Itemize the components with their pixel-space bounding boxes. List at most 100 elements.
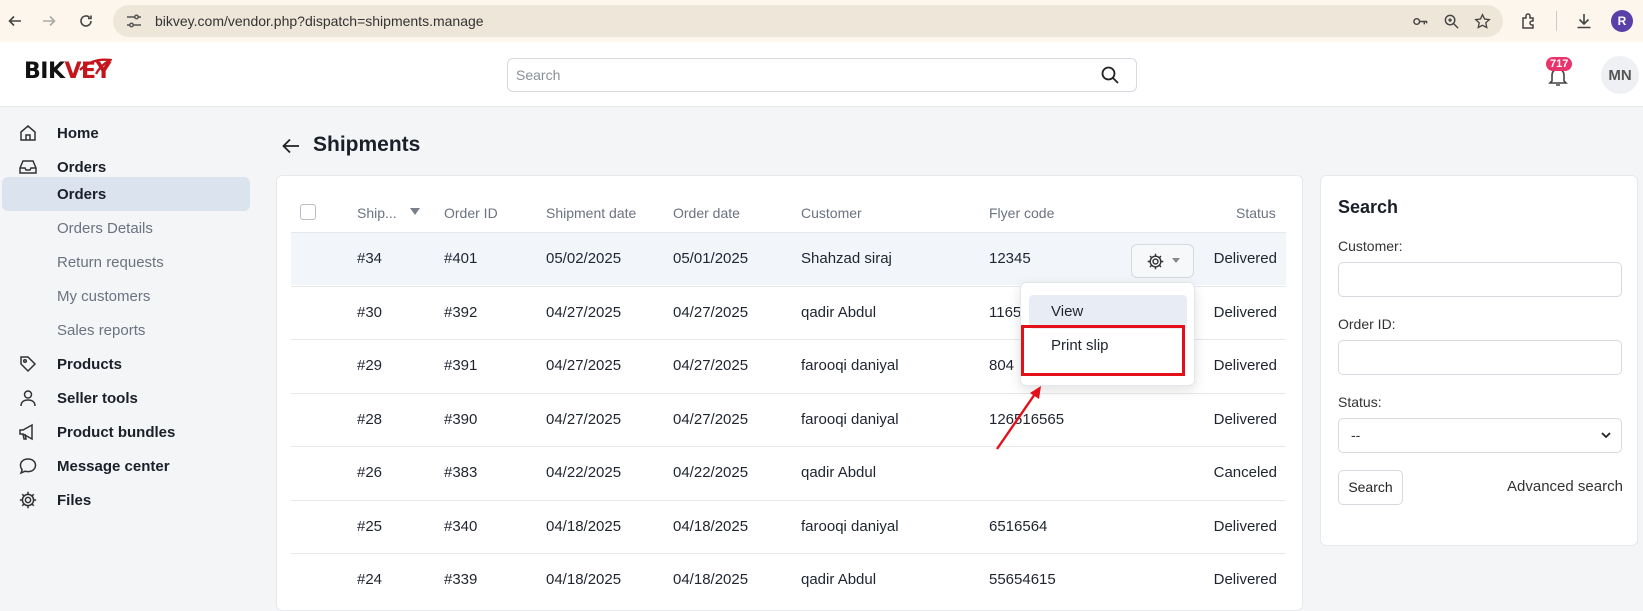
cell-order-id[interactable]: #392: [444, 304, 477, 321]
cell-flyer-code: 12345: [989, 250, 1031, 267]
column-header-shipment[interactable]: Ship...: [357, 205, 397, 221]
notification-badge: 717: [1546, 57, 1573, 71]
advanced-search-link[interactable]: Advanced search: [1507, 478, 1623, 495]
sort-desc-icon[interactable]: [410, 208, 420, 216]
browser-profile-avatar[interactable]: R: [1611, 10, 1633, 32]
sidebar-subitem-my-customers[interactable]: My customers: [0, 279, 248, 313]
cell-shipment-date: 04/27/2025: [546, 303, 622, 321]
column-header-status[interactable]: Status: [1236, 205, 1276, 221]
avatar[interactable]: MN: [1601, 56, 1639, 94]
bookmark-star-icon[interactable]: [1474, 12, 1491, 30]
column-header-order-date[interactable]: Order date: [673, 205, 740, 221]
menu-item-view[interactable]: View: [1029, 295, 1187, 329]
sidebar-subitem-return-requests[interactable]: Return requests: [0, 245, 248, 279]
cell-flyer-code: 804: [989, 357, 1015, 374]
column-header-shipment-date[interactable]: Shipment date: [546, 205, 636, 221]
cell-flyer-code: 55654615: [989, 571, 1056, 588]
sidebar-item-seller-tools[interactable]: Seller tools: [0, 381, 248, 415]
status-select-value: --: [1351, 427, 1361, 443]
column-header-order-id[interactable]: Order ID: [444, 205, 498, 221]
cell-shipment-date: 04/27/2025: [546, 410, 622, 428]
cell-shipment[interactable]: #25: [357, 518, 382, 535]
address-bar[interactable]: bikvey.com/vendor.php?dispatch=shipments…: [113, 5, 1503, 37]
table-row[interactable]: #24 #339 04/18/2025 04/18/2025 qadir Abdul 55…: [291, 553, 1286, 606]
app-header: BIKVEY 717 MN: [0, 42, 1643, 107]
table-row[interactable]: #26 #383 04/22/2025 04/22/2025 qadir Abdul Ca…: [291, 446, 1286, 499]
cell-status: Delivered: [1213, 571, 1277, 588]
sidebar-item-message-center[interactable]: Message center: [0, 449, 248, 483]
sidebar-item-label: Seller tools: [57, 389, 138, 407]
sidebar-item-products[interactable]: Products: [0, 347, 248, 381]
cell-order-id[interactable]: #339: [444, 571, 477, 588]
download-icon[interactable]: [1575, 12, 1593, 30]
sidebar-subitem-orders[interactable]: Orders: [2, 177, 250, 211]
sidebar-item-product-bundles[interactable]: Product bundles: [0, 415, 248, 449]
page-title: Shipments: [313, 133, 421, 156]
order-id-label: Order ID:: [1338, 316, 1396, 332]
customer-label: Customer:: [1338, 238, 1403, 254]
cell-order-date: 04/27/2025: [673, 303, 749, 321]
search-button[interactable]: Search: [1338, 470, 1403, 505]
cell-order-date: 04/18/2025: [673, 517, 749, 535]
cell-shipment[interactable]: #30: [357, 304, 382, 321]
sidebar-item-label: Files: [57, 491, 92, 509]
cell-status: Canceled: [1213, 464, 1277, 481]
back-icon[interactable]: [1, 7, 29, 35]
zoom-icon[interactable]: [1443, 13, 1460, 30]
cell-shipment[interactable]: #26: [357, 464, 382, 481]
search-input[interactable]: [508, 59, 1068, 91]
sidebar-subitem-orders-details[interactable]: Orders Details: [0, 211, 248, 245]
cell-order-id[interactable]: #401: [444, 250, 477, 267]
cell-order-id[interactable]: #383: [444, 464, 477, 481]
column-header-flyer-code[interactable]: Flyer code: [989, 205, 1054, 221]
sidebar-item-home[interactable]: Home: [0, 116, 248, 150]
cell-status: Delivered: [1213, 410, 1277, 428]
cell-shipment[interactable]: #34: [357, 250, 382, 267]
url-text: bikvey.com/vendor.php?dispatch=shipments…: [155, 13, 484, 29]
table-row[interactable]: #25 #340 04/18/2025 04/18/2025 farooqi daniy…: [291, 499, 1286, 553]
gear-icon: [1147, 253, 1164, 270]
cell-order-date: 04/27/2025: [673, 357, 749, 374]
cell-order-date: 05/01/2025: [673, 250, 749, 267]
cell-status: Delivered: [1213, 517, 1277, 535]
logo-swoosh-icon: [79, 58, 112, 75]
user-icon: [20, 390, 36, 407]
table-row[interactable]: #28 #390 04/27/2025 04/27/2025 farooqi daniy…: [291, 392, 1286, 446]
sidebar-item-label: Products: [57, 355, 123, 373]
sidebar-item-label: Home: [57, 124, 99, 142]
column-header-customer[interactable]: Customer: [801, 205, 862, 221]
select-all-checkbox[interactable]: [300, 204, 316, 220]
megaphone-icon: [19, 423, 33, 441]
status-select[interactable]: --: [1338, 418, 1622, 453]
search-icon[interactable]: [1100, 65, 1120, 85]
sidebar-item-files[interactable]: Files: [0, 483, 248, 517]
gear-icon: [19, 491, 37, 509]
key-icon[interactable]: [1412, 13, 1429, 30]
cell-order-id[interactable]: #391: [444, 357, 477, 374]
cell-flyer-code: 1165: [989, 303, 1022, 321]
sidebar-item-label: Orders: [57, 158, 107, 176]
cell-order-id[interactable]: #340: [444, 518, 477, 535]
cell-shipment-date: 05/02/2025: [546, 250, 622, 267]
reload-icon[interactable]: [72, 7, 100, 35]
forward-icon[interactable]: [35, 7, 63, 35]
menu-item-print-slip[interactable]: Print slip: [1029, 329, 1187, 363]
cell-shipment[interactable]: #29: [357, 357, 382, 374]
global-search[interactable]: [507, 58, 1137, 92]
order-id-field[interactable]: [1338, 340, 1622, 375]
site-settings-icon[interactable]: [125, 12, 143, 30]
row-actions-button[interactable]: [1131, 244, 1194, 278]
cell-order-id[interactable]: #390: [444, 411, 477, 428]
sidebar-subitem-sales-reports[interactable]: Sales reports: [0, 313, 248, 347]
cell-shipment[interactable]: #28: [357, 411, 382, 428]
customer-field[interactable]: [1338, 262, 1622, 297]
tag-icon: [20, 356, 37, 373]
cell-flyer-code: 126516565: [989, 410, 1065, 428]
cell-shipment-date: 04/18/2025: [546, 517, 622, 535]
cell-order-date: 04/22/2025: [673, 464, 749, 481]
cell-customer: farooqi daniyal: [801, 410, 899, 428]
search-panel-title: Search: [1338, 197, 1399, 217]
cell-shipment[interactable]: #24: [357, 571, 382, 588]
back-arrow-icon[interactable]: [280, 135, 302, 157]
extensions-icon[interactable]: [1520, 12, 1538, 30]
